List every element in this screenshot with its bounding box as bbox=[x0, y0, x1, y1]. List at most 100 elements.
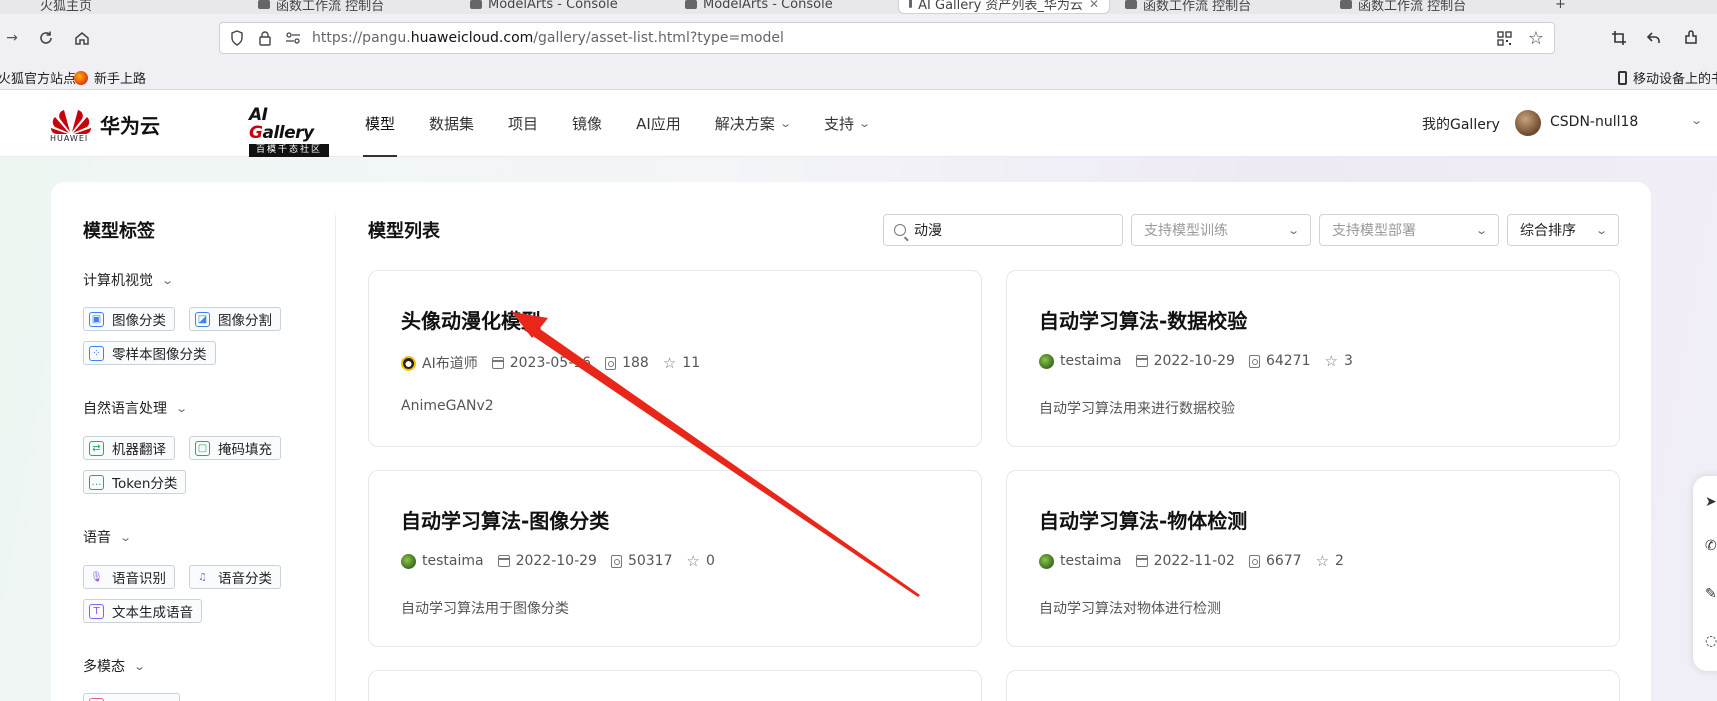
sort-select[interactable]: 综合排序 ⌄ bbox=[1507, 214, 1619, 246]
browser-tab[interactable]: 函数工作流 控制台 bbox=[1125, 0, 1251, 14]
nav-projects[interactable]: 项目 bbox=[508, 90, 538, 157]
tag-fill-mask[interactable]: ▢ 掩码填充 bbox=[189, 436, 281, 460]
mobile-bookmarks[interactable]: 移动设备上的书签 bbox=[1618, 68, 1717, 87]
model-card[interactable]: 自动学习算法-图像分类 testaima 2022-10-29 50317 ☆ 0… bbox=[368, 470, 982, 647]
model-description: 自动学习算法用来进行数据校验 bbox=[1039, 401, 1235, 417]
browser-tab[interactable]: ModelArts - Console bbox=[470, 0, 618, 14]
browser-tab-active[interactable]: AI Gallery 资产列表_华为云 ✕ bbox=[898, 0, 1110, 14]
browser-tab-strip: 火狐主页 函数工作流 控制台 ModelArts - Console Model… bbox=[0, 0, 1717, 14]
nav-models[interactable]: 模型 bbox=[362, 90, 398, 157]
model-card[interactable]: 自动学习算法-物体检测 testaima 2022-11-02 6677 ☆ 2 … bbox=[1006, 470, 1620, 647]
tag-multimodal[interactable]: ◈… bbox=[83, 693, 180, 701]
nav-label: 模型 bbox=[365, 115, 396, 133]
browser-tab[interactable]: ModelArts - Console bbox=[685, 0, 833, 14]
train-filter-select[interactable]: 支持模型训练 ⌄ bbox=[1131, 214, 1311, 246]
undo-icon[interactable] bbox=[1643, 27, 1665, 49]
gallery-title-b: G bbox=[249, 123, 263, 143]
calendar-icon bbox=[491, 357, 504, 369]
tag-text-to-speech[interactable]: T 文本生成语音 bbox=[83, 599, 202, 623]
send-icon[interactable]: ➤ bbox=[1705, 494, 1717, 512]
model-title[interactable]: 自动学习算法-物体检测 bbox=[1039, 505, 1247, 534]
url-bar[interactable]: https://pangu.huaweicloud.com/gallery/as… bbox=[219, 22, 1555, 54]
username[interactable]: CSDN-null18 bbox=[1550, 114, 1638, 130]
nav-label: 镜像 bbox=[572, 115, 603, 133]
browser-tab[interactable]: 函数工作流 控制台 bbox=[258, 0, 384, 14]
tag-image-segmentation[interactable]: ◪ 图像分割 bbox=[189, 307, 281, 331]
nav-ai-apps[interactable]: AI应用 bbox=[636, 90, 681, 157]
brand-name[interactable]: 华为云 bbox=[100, 110, 160, 139]
close-icon[interactable]: ✕ bbox=[1089, 0, 1099, 11]
screenshot-icon[interactable] bbox=[1608, 27, 1630, 49]
deploy-filter-select[interactable]: 支持模型部署 ⌄ bbox=[1319, 214, 1499, 246]
nav-solutions[interactable]: 解决方案 ⌄ bbox=[715, 90, 792, 157]
text-speech-icon: T bbox=[89, 603, 104, 619]
qr-code-icon[interactable] bbox=[1494, 28, 1514, 48]
category-speech[interactable]: 语音 ⌄ bbox=[83, 527, 132, 547]
model-author[interactable]: testaima bbox=[422, 553, 484, 569]
tag-image-classification[interactable]: ▣ 图像分类 bbox=[83, 307, 175, 331]
model-card[interactable]: 自动学习算法-数据校验 testaima 2022-10-29 64271 ☆ 3… bbox=[1006, 270, 1620, 447]
tag-token-classification[interactable]: … Token分类 bbox=[83, 470, 187, 494]
search-icon bbox=[894, 224, 906, 236]
tag-translation[interactable]: ⇄ 机器翻译 bbox=[83, 436, 175, 460]
permissions-icon[interactable] bbox=[282, 27, 304, 49]
chevron-down-icon[interactable]: ⌄ bbox=[1690, 114, 1703, 127]
chat-icon: … bbox=[89, 474, 104, 490]
model-title[interactable]: 自动学习算法-图像分类 bbox=[401, 505, 609, 534]
bookmark-item[interactable]: 新手上路 bbox=[74, 68, 146, 87]
model-author[interactable]: testaima bbox=[1060, 353, 1122, 369]
mobile-device-icon bbox=[1618, 70, 1627, 85]
bookmark-star-icon[interactable]: ☆ bbox=[1526, 28, 1546, 49]
category-label: 自然语言处理 bbox=[83, 401, 167, 417]
bookmark-item[interactable]: 火狐官方站点 bbox=[0, 68, 76, 87]
model-date: 2022-11-02 bbox=[1153, 553, 1235, 569]
category-multimodal[interactable]: 多模态 ⌄ bbox=[83, 656, 147, 676]
gallery-title-c: allery bbox=[262, 123, 314, 143]
my-gallery-link[interactable]: 我的Gallery bbox=[1422, 114, 1500, 134]
tag-speech-recognition[interactable]: 🎙 语音识别 bbox=[83, 565, 175, 589]
model-card[interactable] bbox=[368, 670, 982, 701]
tag-label: 语音识别 bbox=[112, 571, 166, 587]
home-button[interactable] bbox=[64, 14, 100, 62]
chevron-down-icon: ⌄ bbox=[1594, 223, 1608, 237]
model-views: 188 bbox=[622, 355, 649, 371]
reload-button[interactable] bbox=[28, 14, 64, 62]
tag-label: 机器翻译 bbox=[112, 442, 166, 458]
page-icon bbox=[909, 0, 913, 8]
tag-zero-shot[interactable]: ⁘ 零样本图像分类 bbox=[83, 341, 216, 365]
model-author[interactable]: AI布道师 bbox=[422, 353, 478, 373]
model-author[interactable]: testaima bbox=[1060, 553, 1122, 569]
home-icon bbox=[75, 32, 89, 45]
browser-tab[interactable]: 函数工作流 控制台 bbox=[1340, 0, 1466, 14]
model-title[interactable]: 自动学习算法-数据校验 bbox=[1039, 305, 1247, 334]
nav-support[interactable]: 支持 ⌄ bbox=[824, 90, 871, 157]
model-title[interactable]: 头像动漫化模型 bbox=[401, 305, 541, 334]
bookmark-label: 移动设备上的书签 bbox=[1633, 72, 1717, 87]
forward-button[interactable]: → bbox=[0, 14, 30, 62]
chevron-down-icon: ⌄ bbox=[1474, 223, 1488, 237]
new-tab-button[interactable]: + bbox=[1555, 0, 1566, 14]
url-text[interactable]: https://pangu.huaweicloud.com/gallery/as… bbox=[312, 30, 784, 46]
browser-tab[interactable]: 火狐主页 bbox=[40, 0, 92, 14]
nav-datasets[interactable]: 数据集 bbox=[429, 90, 474, 157]
edit-icon[interactable]: ✎ bbox=[1705, 586, 1717, 604]
select-value: 综合排序 bbox=[1520, 223, 1576, 239]
search-input[interactable]: 动漫 bbox=[883, 214, 1123, 246]
tag-label: 文本生成语音 bbox=[112, 605, 193, 621]
tag-audio-classification[interactable]: ♫ 语音分类 bbox=[189, 565, 281, 589]
author-avatar bbox=[1039, 553, 1054, 569]
category-cv[interactable]: 计算机视觉 ⌄ bbox=[83, 270, 174, 290]
model-card[interactable] bbox=[1006, 670, 1620, 701]
shield-icon[interactable] bbox=[226, 27, 248, 49]
avatar[interactable] bbox=[1515, 110, 1541, 136]
page-icon bbox=[1340, 0, 1352, 9]
chat-icon[interactable]: ◌ bbox=[1705, 633, 1717, 651]
category-nlp[interactable]: 自然语言处理 ⌄ bbox=[83, 398, 188, 418]
lock-icon[interactable] bbox=[254, 27, 276, 49]
chevron-down-icon: ⌄ bbox=[133, 659, 147, 673]
ai-gallery-logo[interactable]: AI Gallery 百模千态社区 bbox=[249, 106, 329, 157]
phone-icon[interactable]: ✆ bbox=[1705, 538, 1717, 556]
model-card[interactable]: 头像动漫化模型 AI布道师 2023-05-16 188 ☆ 11 AnimeGA… bbox=[368, 270, 982, 447]
nav-images[interactable]: 镜像 bbox=[572, 90, 602, 157]
extensions-icon[interactable] bbox=[1680, 27, 1702, 49]
